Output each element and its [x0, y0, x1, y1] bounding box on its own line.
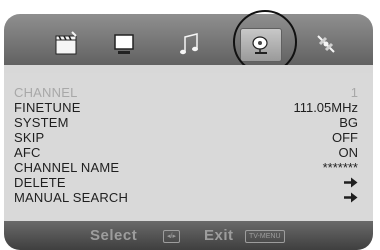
menu-row-manual-search[interactable]: MANUAL SEARCH	[14, 190, 358, 205]
menu-row-delete[interactable]: DELETE	[14, 175, 358, 190]
tv-osd-menu: CHANNEL 1 FINETUNE 111.05MHz SYSTEM BG S…	[4, 8, 373, 250]
exit-hint: Exit	[204, 227, 234, 244]
menu-value: 111.05MHz	[293, 100, 358, 115]
menu-row-finetune[interactable]: FINETUNE 111.05MHz	[14, 100, 358, 115]
menu-label: CHANNEL NAME	[14, 160, 120, 175]
menu-value: ON	[338, 145, 359, 160]
menu-value: BG	[339, 115, 358, 130]
menu-label: SYSTEM	[14, 115, 69, 130]
menu-label: AFC	[14, 145, 41, 160]
tab-feature[interactable]	[306, 28, 346, 60]
tab-bar-divider	[4, 65, 373, 73]
menu-row-system[interactable]: SYSTEM BG	[14, 115, 358, 130]
clapperboard-icon	[55, 31, 77, 55]
menu-tab-bar	[4, 14, 373, 68]
music-note-icon	[180, 33, 198, 55]
menu-label: CHANNEL	[14, 85, 78, 100]
menu-label: DELETE	[14, 175, 66, 190]
exit-key-hint: TV-MENU	[245, 230, 285, 243]
hint-bar: Select ◂/▸ Exit TV-MENU	[4, 221, 373, 250]
arrow-right-icon	[344, 190, 358, 203]
menu-value: *******	[322, 160, 358, 175]
arrow-right-icon	[344, 175, 358, 188]
select-hint: Select	[90, 227, 138, 244]
tab-screen[interactable]	[104, 28, 144, 60]
menu-row-channel-name[interactable]: CHANNEL NAME *******	[14, 160, 358, 175]
menu-value: 1	[350, 85, 358, 100]
menu-row-afc[interactable]: AFC ON	[14, 145, 358, 160]
tab-picture[interactable]	[46, 28, 86, 60]
menu-label: SKIP	[14, 130, 45, 145]
satellite-icon	[317, 35, 335, 53]
channel-settings-panel: CHANNEL 1 FINETUNE 111.05MHz SYSTEM BG S…	[4, 73, 373, 221]
menu-label: FINETUNE	[14, 100, 81, 115]
menu-label: MANUAL SEARCH	[14, 190, 129, 205]
monitor-icon	[114, 34, 134, 54]
menu-value: OFF	[332, 130, 358, 145]
select-key-hint: ◂/▸	[163, 230, 180, 243]
menu-row-channel: CHANNEL 1	[14, 85, 358, 100]
tab-sound[interactable]	[170, 28, 210, 60]
menu-row-skip[interactable]: SKIP OFF	[14, 130, 358, 145]
